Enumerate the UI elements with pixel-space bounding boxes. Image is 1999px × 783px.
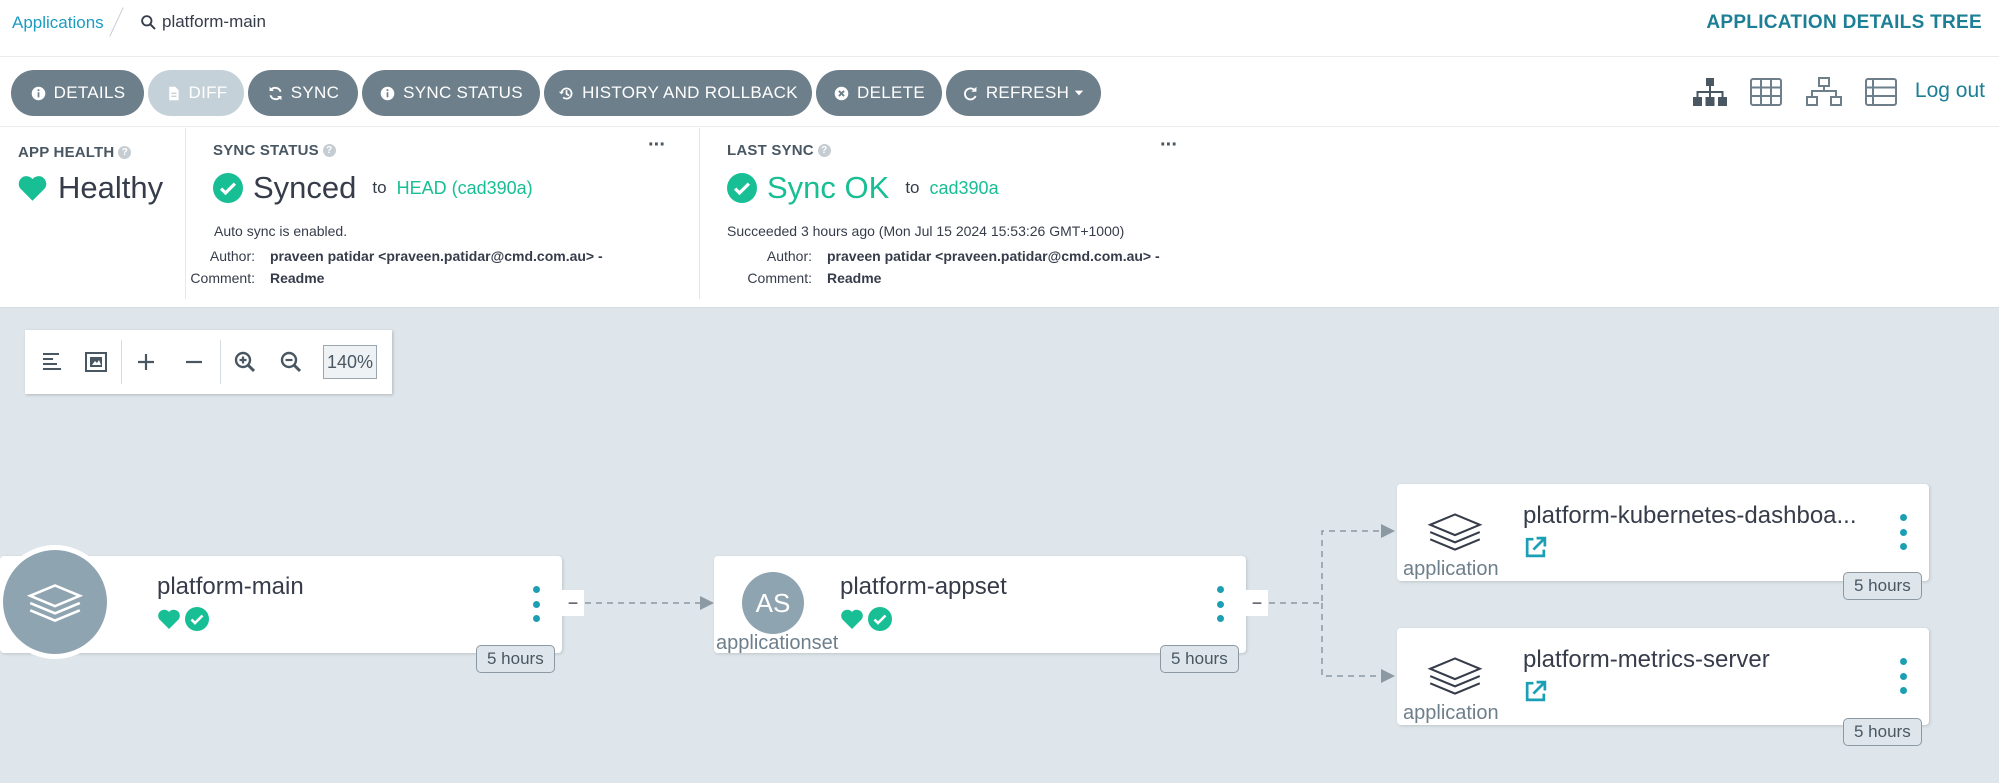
node-kind: applicationset xyxy=(716,632,839,654)
age-badge: 5 hours xyxy=(1160,645,1239,673)
node-menu-icon[interactable] xyxy=(1215,586,1225,622)
node-title: platform-main xyxy=(157,573,304,600)
node-status-icons xyxy=(157,607,209,631)
heart-icon xyxy=(158,609,180,629)
applicationset-avatar: AS xyxy=(742,572,804,634)
node-title: platform-metrics-server xyxy=(1523,646,1770,673)
node-menu-icon[interactable] xyxy=(531,586,541,622)
layers-icon xyxy=(1422,500,1488,567)
external-link-icon[interactable] xyxy=(1523,679,1548,704)
age-badge: 5 hours xyxy=(476,645,555,673)
age-badge: 5 hours xyxy=(1843,572,1922,600)
node-kind: application xyxy=(1403,702,1499,724)
age-badge: 5 hours xyxy=(1843,718,1922,746)
node-menu-icon[interactable] xyxy=(1898,658,1908,694)
collapse-toggle[interactable]: − xyxy=(562,590,584,616)
node-menu-icon[interactable] xyxy=(1898,514,1908,550)
external-link-icon[interactable] xyxy=(1523,535,1548,560)
edge-arrowhead xyxy=(700,596,714,610)
heart-icon xyxy=(841,609,863,629)
node-status-icons xyxy=(840,607,892,631)
node-title: platform-kubernetes-dashboa... xyxy=(1523,502,1857,529)
node-title: platform-appset xyxy=(840,573,1007,600)
check-circle-icon xyxy=(185,607,209,631)
edge-arrowhead xyxy=(1381,524,1395,538)
layers-icon xyxy=(3,550,107,654)
layers-icon xyxy=(1422,644,1488,711)
check-circle-icon xyxy=(868,607,892,631)
node-kind: application xyxy=(1403,558,1499,580)
edge-appset-children xyxy=(1269,530,1385,677)
edge-arrowhead xyxy=(1381,669,1395,683)
collapse-toggle[interactable]: − xyxy=(1246,590,1268,616)
